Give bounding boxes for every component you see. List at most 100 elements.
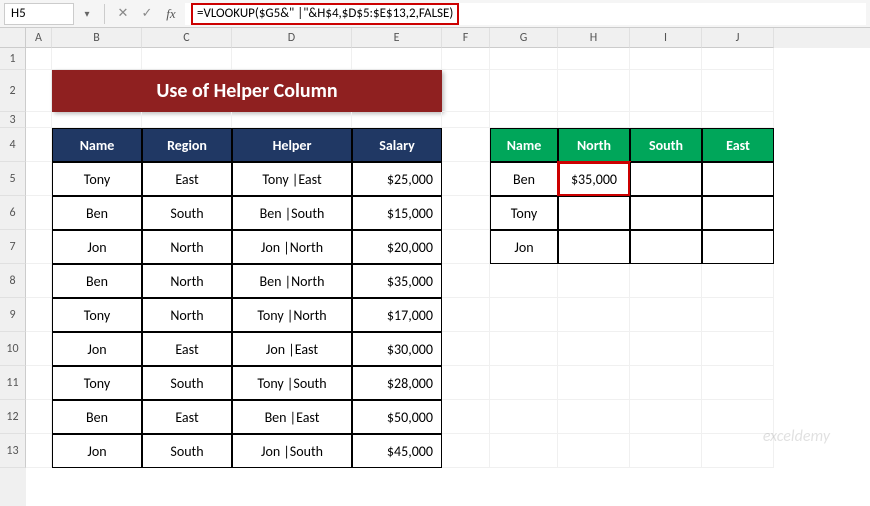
row-header[interactable]: 5 (0, 162, 26, 196)
cell[interactable] (142, 112, 232, 128)
cell[interactable]: Tony |South (232, 366, 352, 400)
cell[interactable]: Tony (52, 366, 142, 400)
cell[interactable] (442, 332, 490, 366)
cell[interactable]: Jon |East (232, 332, 352, 366)
cell[interactable] (442, 400, 490, 434)
col-header[interactable]: J (702, 28, 774, 48)
col-header[interactable]: C (142, 28, 232, 48)
cell[interactable] (702, 332, 774, 366)
select-all-corner[interactable] (0, 28, 26, 48)
cell[interactable] (26, 128, 52, 162)
cell[interactable] (26, 400, 52, 434)
cell[interactable] (630, 162, 702, 196)
cell[interactable] (558, 230, 630, 264)
cell[interactable] (630, 48, 702, 70)
cell[interactable] (442, 48, 490, 70)
cell[interactable] (702, 298, 774, 332)
cell[interactable] (558, 70, 630, 112)
cell[interactable] (26, 434, 52, 468)
cell[interactable] (630, 298, 702, 332)
cell[interactable] (558, 332, 630, 366)
cell[interactable] (52, 112, 142, 128)
cell[interactable] (702, 230, 774, 264)
active-cell[interactable]: $35,000 (558, 162, 630, 196)
cell[interactable] (558, 48, 630, 70)
cell[interactable]: $20,000 (352, 230, 442, 264)
col-header[interactable]: E (352, 28, 442, 48)
cell[interactable]: Tony (52, 298, 142, 332)
cell[interactable]: Ben (52, 196, 142, 230)
cell[interactable] (442, 70, 490, 112)
cell[interactable]: Ben (52, 264, 142, 298)
cell[interactable] (26, 162, 52, 196)
cell[interactable]: $15,000 (352, 196, 442, 230)
cell[interactable] (232, 112, 352, 128)
cell[interactable]: $17,000 (352, 298, 442, 332)
row-header[interactable]: 11 (0, 366, 26, 400)
cell[interactable] (630, 230, 702, 264)
cell[interactable] (442, 230, 490, 264)
formula-input[interactable]: =VLOOKUP($G5&" |"&H$4,$D$5:$E$13,2,FALSE… (185, 3, 866, 25)
cell[interactable] (702, 112, 774, 128)
cell[interactable] (232, 48, 352, 70)
col-header[interactable]: D (232, 28, 352, 48)
cell[interactable] (490, 366, 558, 400)
cell[interactable] (442, 112, 490, 128)
col-header[interactable]: A (26, 28, 52, 48)
cell[interactable] (558, 366, 630, 400)
cancel-icon[interactable]: ✕ (113, 4, 133, 24)
cell[interactable]: Jon (490, 230, 558, 264)
cell[interactable] (630, 332, 702, 366)
cell[interactable]: Ben |South (232, 196, 352, 230)
cell[interactable] (630, 264, 702, 298)
cell[interactable]: Jon (52, 332, 142, 366)
cell[interactable]: Ben |East (232, 400, 352, 434)
cell[interactable]: Jon |North (232, 230, 352, 264)
cell[interactable] (702, 264, 774, 298)
cell[interactable] (490, 400, 558, 434)
cell[interactable] (26, 366, 52, 400)
cell[interactable] (442, 264, 490, 298)
cell[interactable]: Ben (490, 162, 558, 196)
cell[interactable] (702, 196, 774, 230)
cell[interactable] (26, 70, 52, 112)
cell[interactable] (702, 366, 774, 400)
cell[interactable] (702, 70, 774, 112)
grid-body[interactable]: Use of Helper Column (26, 48, 870, 506)
row-header[interactable]: 6 (0, 196, 26, 230)
row-header[interactable]: 3 (0, 112, 26, 128)
cell[interactable] (702, 400, 774, 434)
cell[interactable] (26, 48, 52, 70)
cell[interactable] (490, 332, 558, 366)
cell[interactable]: North (142, 298, 232, 332)
cell[interactable] (630, 400, 702, 434)
cell[interactable] (558, 400, 630, 434)
chevron-down-icon[interactable]: ▾ (78, 3, 96, 25)
cell[interactable] (26, 230, 52, 264)
row-header[interactable]: 9 (0, 298, 26, 332)
cell[interactable]: $25,000 (352, 162, 442, 196)
cell[interactable] (558, 298, 630, 332)
cell[interactable]: $28,000 (352, 366, 442, 400)
col-header[interactable]: H (558, 28, 630, 48)
cell[interactable]: Jon |South (232, 434, 352, 468)
cell[interactable]: Jon (52, 230, 142, 264)
cell[interactable] (142, 48, 232, 70)
cell[interactable] (442, 298, 490, 332)
cell[interactable] (490, 70, 558, 112)
cell[interactable] (442, 128, 490, 162)
cell[interactable]: North (142, 264, 232, 298)
row-header[interactable]: 2 (0, 70, 26, 112)
cell[interactable] (352, 48, 442, 70)
cell[interactable] (52, 48, 142, 70)
cell[interactable] (442, 162, 490, 196)
cell[interactable]: South (142, 366, 232, 400)
row-header[interactable]: 8 (0, 264, 26, 298)
cell[interactable]: Jon (52, 434, 142, 468)
cell[interactable]: East (142, 400, 232, 434)
cell[interactable] (26, 264, 52, 298)
row-header[interactable]: 4 (0, 128, 26, 162)
cell[interactable]: Ben (52, 400, 142, 434)
cell[interactable] (702, 434, 774, 468)
cell[interactable]: South (142, 434, 232, 468)
